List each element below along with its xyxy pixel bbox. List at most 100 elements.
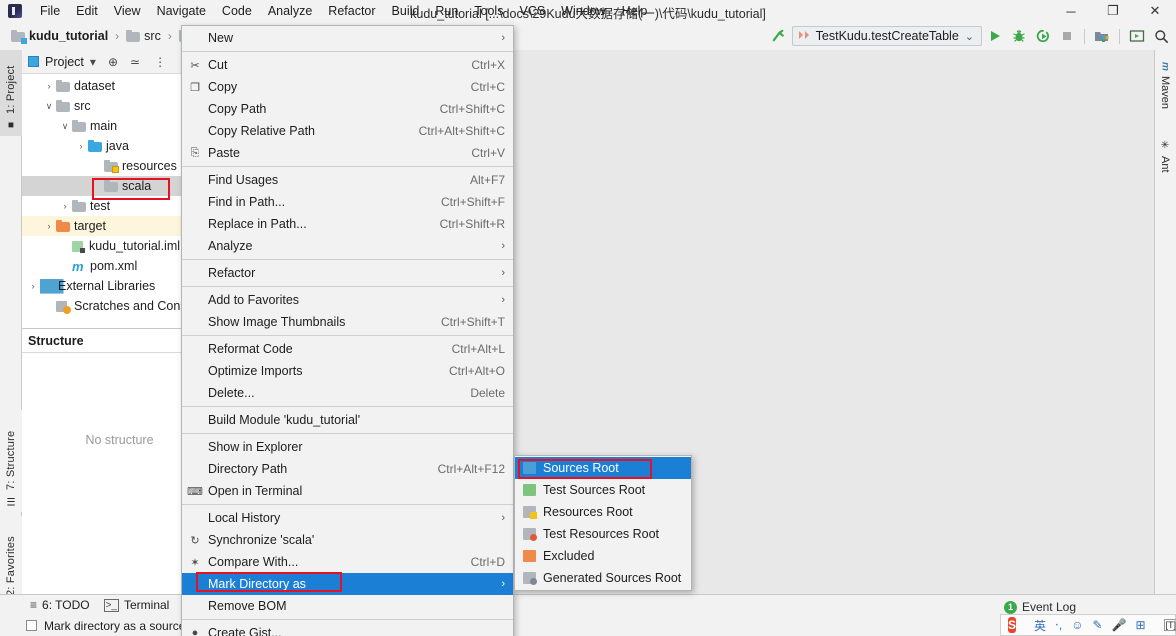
- menu-item-copy-relative-path[interactable]: Copy Relative Path Ctrl+Alt+Shift+C: [182, 120, 513, 142]
- menu-item-find-usages[interactable]: Find Usages Alt+F7: [182, 169, 513, 191]
- menu-vcs[interactable]: VCS: [511, 2, 553, 20]
- sidebar-item-project[interactable]: ■ 1: Project: [0, 50, 22, 136]
- submenu-item-label: Excluded: [543, 549, 595, 563]
- menu-item-find-in-path[interactable]: Find in Path... Ctrl+Shift+F: [182, 191, 513, 213]
- menu-item-local-history[interactable]: Local History ›: [182, 507, 513, 529]
- folder-gray-icon: [104, 180, 118, 192]
- pen-icon[interactable]: ✎: [1092, 618, 1102, 632]
- menu-item-show-in-explorer[interactable]: Show in Explorer: [182, 436, 513, 458]
- emoji-icon[interactable]: ☺: [1071, 618, 1083, 632]
- sidebar-item-ant[interactable]: ✳ Ant: [1154, 134, 1176, 184]
- microphone-icon[interactable]: 🎤: [1112, 618, 1127, 632]
- chevron-right-icon[interactable]: ›: [42, 221, 56, 231]
- menu-item-create-gist[interactable]: ● Create Gist...: [182, 622, 513, 636]
- chevron-down-icon[interactable]: ▾: [90, 55, 96, 69]
- locate-file-icon[interactable]: ⊕: [108, 55, 118, 69]
- chevron-right-icon[interactable]: ›: [58, 201, 72, 211]
- sogou-logo-icon[interactable]: S: [1008, 617, 1017, 633]
- stop-icon: [1056, 25, 1078, 47]
- menu-item-label: Directory Path: [208, 462, 288, 476]
- sidebar-item-structure[interactable]: ☰ 7: Structure: [0, 410, 22, 512]
- ime-mode-label[interactable]: 英: [1034, 617, 1046, 634]
- submenu-item-generated-sources-root[interactable]: Generated Sources Root: [515, 567, 691, 589]
- menu-run[interactable]: Run: [427, 2, 466, 20]
- menu-item-remove-bom[interactable]: Remove BOM: [182, 595, 513, 617]
- menu-divider: [182, 259, 513, 260]
- menu-item-shortcut: Ctrl+V: [471, 146, 505, 160]
- menu-item-new[interactable]: New ›: [182, 27, 513, 49]
- menu-divider: [182, 433, 513, 434]
- menu-item-refactor[interactable]: Refactor ›: [182, 262, 513, 284]
- menu-item-delete[interactable]: Delete... Delete: [182, 382, 513, 404]
- menu-edit[interactable]: Edit: [68, 2, 106, 20]
- chevron-right-icon[interactable]: ›: [42, 81, 56, 91]
- chevron-down-icon[interactable]: ∨: [58, 121, 72, 132]
- submenu-item-resources-root[interactable]: Resources Root: [515, 501, 691, 523]
- menu-item-mark-directory-as[interactable]: Mark Directory as ›: [182, 573, 513, 595]
- chevron-right-icon[interactable]: ›: [26, 281, 40, 291]
- menu-view[interactable]: View: [106, 2, 149, 20]
- folder-marker-icon: [523, 528, 537, 541]
- event-count-badge: 1: [1003, 600, 1017, 614]
- ime-punctuation-icon[interactable]: ‧,: [1055, 618, 1062, 632]
- menu-analyze[interactable]: Analyze: [260, 2, 320, 20]
- breadcrumb-item[interactable]: src: [123, 28, 164, 44]
- panel-settings-icon[interactable]: ⋮: [154, 55, 166, 69]
- menu-item-open-in-terminal[interactable]: ⌨ Open in Terminal: [182, 480, 513, 502]
- menu-item-build-module-kudu-tutorial[interactable]: Build Module 'kudu_tutorial': [182, 409, 513, 431]
- project-structure-icon[interactable]: [1091, 25, 1113, 47]
- update-project-icon[interactable]: [1126, 25, 1148, 47]
- menu-item-copy-path[interactable]: Copy Path Ctrl+Shift+C: [182, 98, 513, 120]
- folder-source-icon: [88, 140, 102, 152]
- menu-item-cut[interactable]: ✂ Cut Ctrl+X: [182, 54, 513, 76]
- folder-icon: [126, 30, 141, 42]
- bottom-item-todo[interactable]: ≡ 6: TODO: [30, 598, 90, 612]
- menu-file[interactable]: File: [32, 2, 68, 20]
- menu-tools[interactable]: Tools: [466, 2, 511, 20]
- submenu-item-test-sources-root[interactable]: Test Sources Root: [515, 479, 691, 501]
- menu-window[interactable]: Window: [553, 2, 613, 20]
- menu-item-show-image-thumbnails[interactable]: Show Image Thumbnails Ctrl+Shift+T: [182, 311, 513, 333]
- submenu-item-excluded[interactable]: Excluded: [515, 545, 691, 567]
- maximize-button[interactable]: ❐: [1092, 0, 1134, 22]
- run-configuration-selector[interactable]: TestKudu.testCreateTable ⌄: [791, 26, 982, 46]
- close-button[interactable]: ✕: [1134, 0, 1176, 22]
- menu-item-compare-with[interactable]: ✶ Compare With... Ctrl+D: [182, 551, 513, 573]
- menu-item-copy[interactable]: ❐ Copy Ctrl+C: [182, 76, 513, 98]
- menu-help[interactable]: Help: [614, 2, 656, 20]
- chevron-down-icon[interactable]: ∨: [42, 101, 56, 112]
- collapse-all-icon[interactable]: ≃: [130, 55, 140, 69]
- menu-item-add-to-favorites[interactable]: Add to Favorites ›: [182, 289, 513, 311]
- menu-item-shortcut: Ctrl+Shift+F: [440, 195, 505, 209]
- chevron-down-icon[interactable]: ⌄: [965, 30, 974, 43]
- submenu-item-sources-root[interactable]: Sources Root: [515, 457, 691, 479]
- menu-item-directory-path[interactable]: Directory Path Ctrl+Alt+F12: [182, 458, 513, 480]
- run-icon[interactable]: [984, 25, 1006, 47]
- menu-build[interactable]: Build: [384, 2, 428, 20]
- menu-item-analyze[interactable]: Analyze ›: [182, 235, 513, 257]
- menu-item-label: Optimize Imports: [208, 364, 303, 378]
- chevron-right-icon[interactable]: ›: [74, 141, 88, 151]
- menu-refactor[interactable]: Refactor: [320, 2, 383, 20]
- bottom-item-terminal[interactable]: >_ Terminal: [103, 598, 169, 612]
- menu-item-optimize-imports[interactable]: Optimize Imports Ctrl+Alt+O: [182, 360, 513, 382]
- submenu-item-test-resources-root[interactable]: Test Resources Root: [515, 523, 691, 545]
- ime-toolbox-icon[interactable]: [T]: [1163, 619, 1176, 631]
- debug-icon[interactable]: [1008, 25, 1030, 47]
- build-hammer-icon[interactable]: [768, 25, 790, 47]
- menu-bar: File Edit View Navigate Code Analyze Refactor B…: [0, 0, 1176, 22]
- menu-item-reformat-code[interactable]: Reformat Code Ctrl+Alt+L: [182, 338, 513, 360]
- minimize-button[interactable]: ─: [1050, 0, 1092, 22]
- menu-item-synchronize-scala[interactable]: ↻ Synchronize 'scala': [182, 529, 513, 551]
- menu-item-replace-in-path[interactable]: Replace in Path... Ctrl+Shift+R: [182, 213, 513, 235]
- menu-item-paste[interactable]: ⎘ Paste Ctrl+V: [182, 142, 513, 164]
- status-checkbox-icon[interactable]: [26, 620, 37, 631]
- sidebar-item-maven[interactable]: m Maven: [1154, 56, 1176, 120]
- search-icon[interactable]: [1150, 25, 1172, 47]
- menu-navigate[interactable]: Navigate: [149, 2, 214, 20]
- menu-code[interactable]: Code: [214, 2, 260, 20]
- apps-icon[interactable]: ⊞: [1135, 618, 1145, 632]
- event-log-indicator[interactable]: 1 Event Log: [1003, 600, 1076, 614]
- run-with-coverage-icon[interactable]: [1032, 25, 1054, 47]
- breadcrumb-item[interactable]: kudu_tutorial: [8, 28, 111, 44]
